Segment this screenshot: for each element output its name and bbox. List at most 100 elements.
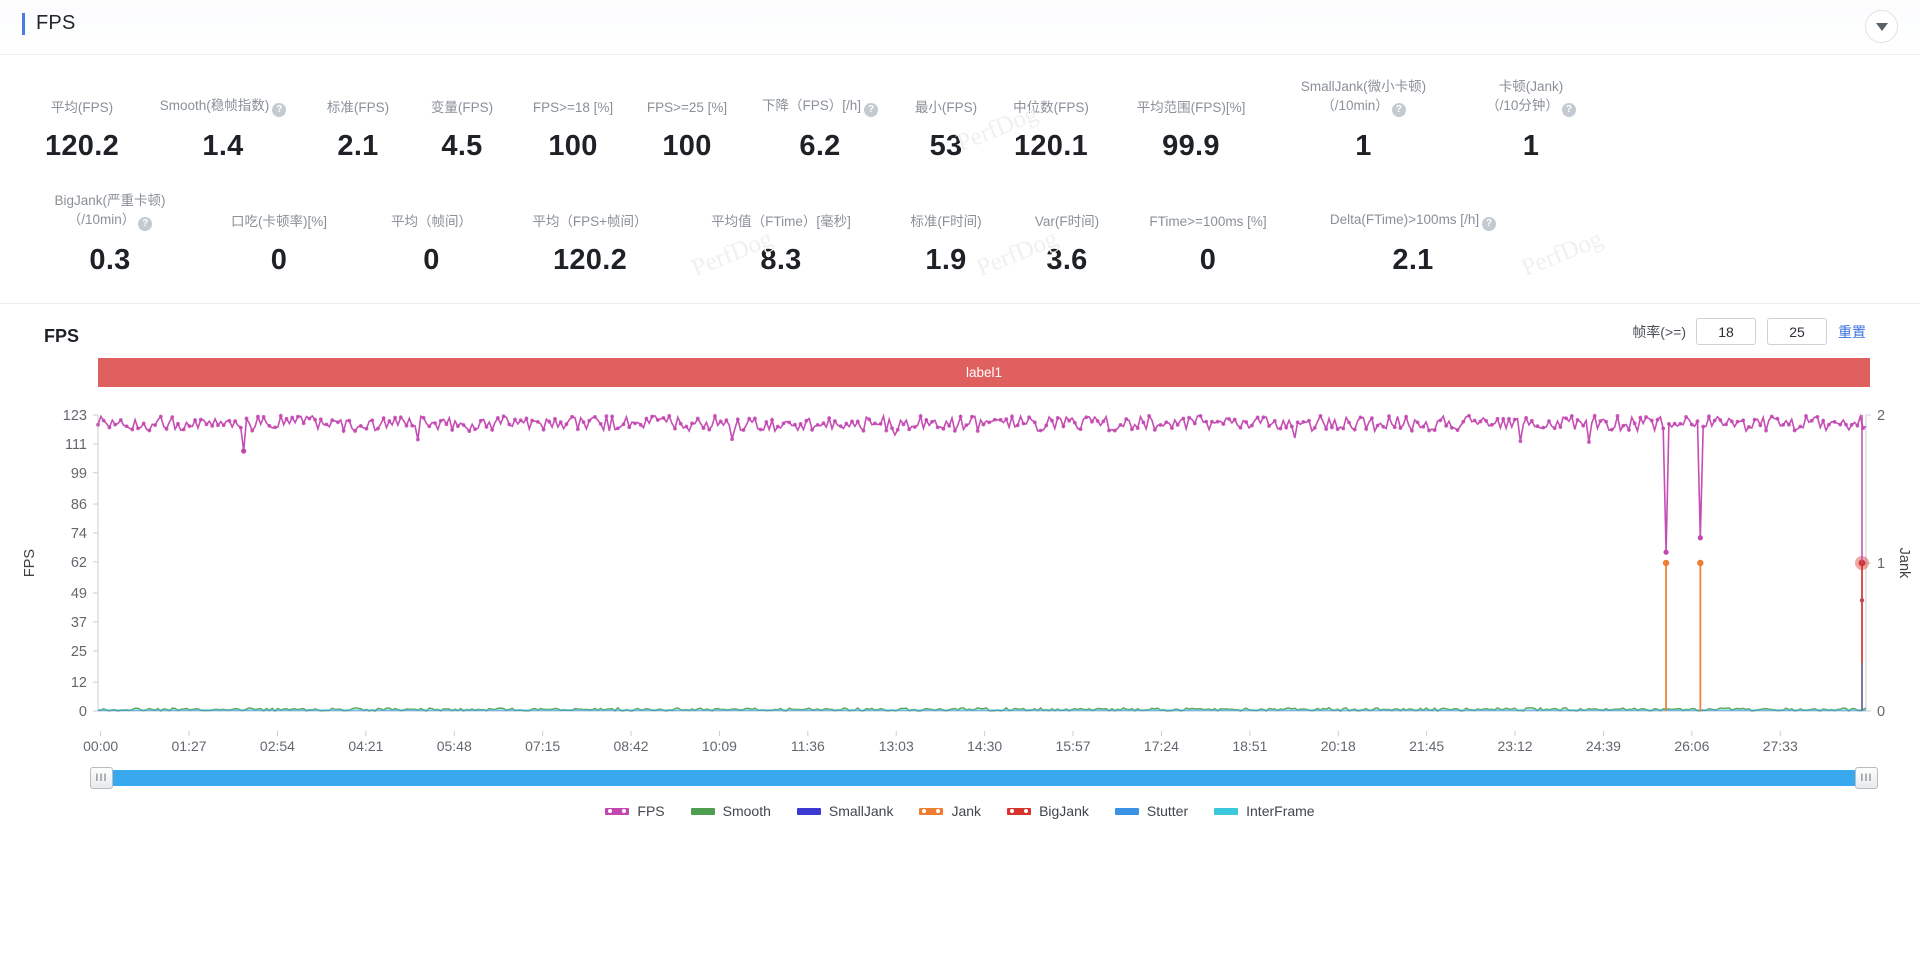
- svg-text:25: 25: [71, 644, 87, 660]
- chevron-down-icon: [1875, 22, 1888, 31]
- stat-label: 平均(FPS): [50, 100, 114, 115]
- svg-text:74: 74: [71, 526, 87, 542]
- legend-swatch: [1007, 807, 1032, 815]
- stats-row-secondary: BigJank(严重卡顿) （/10min）? 0.3 口吃(卡顿率)[%] 0 平均（帧…: [0, 191, 1920, 277]
- stat-value: 120.1: [1013, 130, 1089, 162]
- svg-text:27:33: 27:33: [1763, 738, 1798, 754]
- stat-cell: SmallJank(微小卡顿) （/10min）? 1: [1276, 77, 1451, 163]
- stat-cell: Smooth(稳帧指数)? 1.4: [138, 96, 308, 163]
- svg-text:04:21: 04:21: [348, 738, 383, 754]
- stat-cell: Delta(FTime)>100ms [/h]? 2.1: [1293, 210, 1533, 277]
- stat-label: 平均（FPS+帧间）: [532, 214, 648, 229]
- scrollbar-track[interactable]: [98, 770, 1870, 786]
- stat-value: 100: [548, 130, 598, 162]
- stat-cell: 最小(FPS) 53: [896, 98, 996, 163]
- svg-text:17:24: 17:24: [1144, 738, 1179, 754]
- svg-text:99: 99: [71, 466, 87, 482]
- help-icon[interactable]: ?: [272, 103, 287, 117]
- fps-line-chart[interactable]: 01225374962748699111123012FPS Jank: [0, 401, 1920, 731]
- label-bar-container: label1: [0, 358, 1920, 387]
- stat-value: 1.9: [925, 244, 967, 276]
- chart-scrollbar[interactable]: III III: [90, 767, 1878, 789]
- legend-swatch: [1214, 807, 1239, 815]
- stat-value: 0.3: [89, 244, 131, 276]
- stat-label: 标准(F时间): [910, 214, 982, 229]
- stat-value: 120.2: [44, 130, 120, 162]
- legend-swatch: [690, 807, 715, 815]
- statistics-area: PerfDog PerfDog PerfDog PerfDog 平均(FPS) 1…: [0, 55, 1920, 287]
- svg-text:0: 0: [1877, 704, 1885, 720]
- help-icon[interactable]: ?: [1391, 103, 1406, 117]
- svg-text:12: 12: [71, 675, 87, 691]
- stat-value: 2.1: [337, 130, 379, 162]
- stat-value: 0: [270, 244, 288, 276]
- svg-text:111: 111: [65, 437, 87, 453]
- legend-swatch: [796, 807, 821, 815]
- legend-label: InterFrame: [1246, 803, 1315, 819]
- svg-text:86: 86: [71, 497, 87, 513]
- stat-cell: 平均(FPS) 120.2: [26, 98, 138, 163]
- stat-cell: FPS>=18 [%] 100: [516, 98, 630, 163]
- help-icon[interactable]: ?: [864, 103, 878, 117]
- stat-value: 2.1: [1392, 244, 1434, 276]
- legend-swatch: [1114, 807, 1139, 815]
- svg-text:Jank: Jank: [1896, 548, 1912, 579]
- stat-label: 平均值（FTime）[毫秒]: [711, 214, 851, 229]
- stat-cell: 卡顿(Jank) （/10分钟）? 1: [1451, 77, 1611, 163]
- svg-text:2: 2: [1877, 408, 1885, 424]
- stat-cell: 中位数(FPS) 120.1: [996, 98, 1106, 163]
- threshold-low-input[interactable]: [1696, 318, 1756, 345]
- legend-item-bigjank[interactable]: BigJank: [1007, 803, 1089, 819]
- help-icon[interactable]: ?: [138, 217, 153, 231]
- svg-text:10:09: 10:09: [702, 738, 737, 754]
- legend-label: SmallJank: [828, 803, 894, 819]
- legend-item-smooth[interactable]: Smooth: [690, 803, 771, 819]
- svg-text:15:57: 15:57: [1056, 738, 1091, 754]
- svg-text:01:27: 01:27: [172, 738, 207, 754]
- legend-item-stutter[interactable]: Stutter: [1114, 803, 1188, 819]
- chart-plot-area[interactable]: 0 12 25 37 49 62 74 86 99 111 123 0 1 2 FPS Jank 00:00 0…: [0, 401, 1920, 821]
- legend-label: BigJank: [1039, 803, 1089, 819]
- reset-button[interactable]: 重置: [1838, 322, 1866, 342]
- legend-item-interframe[interactable]: InterFrame: [1214, 803, 1315, 819]
- svg-text:123: 123: [63, 408, 87, 424]
- legend-swatch: [919, 807, 944, 815]
- svg-text:13:03: 13:03: [879, 738, 914, 754]
- chart-section: FPS 帧率(>=) 重置 label1 0122537496274869911…: [0, 303, 1920, 821]
- svg-text:18:51: 18:51: [1232, 738, 1267, 754]
- svg-text:23:12: 23:12: [1498, 738, 1533, 754]
- stat-label: 口吃(卡顿率)[%]: [231, 214, 327, 229]
- help-icon[interactable]: ?: [1561, 103, 1576, 117]
- svg-text:21:45: 21:45: [1409, 738, 1444, 754]
- svg-text:49: 49: [71, 586, 87, 602]
- scrollbar-left-handle[interactable]: III: [90, 767, 113, 789]
- stat-cell: 平均值（FTime）[毫秒] 8.3: [681, 212, 881, 277]
- stat-label: FPS>=18 [%]: [532, 100, 614, 115]
- stat-value: 100: [662, 130, 712, 162]
- svg-text:62: 62: [71, 555, 87, 571]
- threshold-high-input[interactable]: [1767, 318, 1827, 345]
- chart-controls: 帧率(>=) 重置: [1632, 318, 1866, 345]
- stat-cell: 标准(F时间) 1.9: [881, 212, 1011, 277]
- svg-text:07:15: 07:15: [525, 738, 560, 754]
- legend-label: Smooth: [722, 803, 771, 819]
- legend-item-fps[interactable]: FPS: [605, 803, 665, 819]
- stat-value: 99.9: [1162, 130, 1220, 162]
- svg-text:26:06: 26:06: [1674, 738, 1709, 754]
- chart-title: FPS: [44, 325, 80, 346]
- help-icon[interactable]: ?: [1482, 217, 1497, 231]
- collapse-panel-button[interactable]: [1865, 10, 1898, 43]
- stat-value: 0: [1199, 244, 1217, 276]
- stat-label: FPS>=25 [%]: [646, 100, 728, 115]
- chart-legend: FPS Smooth SmallJank Jank BigJank Stutter Inte…: [0, 803, 1920, 819]
- panel-header: FPS: [0, 0, 1920, 55]
- stat-label: Var(F时间): [1034, 214, 1100, 229]
- legend-item-smalljank[interactable]: SmallJank: [796, 803, 894, 819]
- stat-value: 6.2: [799, 130, 841, 162]
- frame-rate-label: 帧率(>=): [1632, 323, 1686, 340]
- legend-item-jank[interactable]: Jank: [919, 803, 981, 819]
- svg-text:05:48: 05:48: [437, 738, 472, 754]
- stat-cell: 标准(FPS) 2.1: [308, 98, 408, 163]
- scrollbar-right-handle[interactable]: III: [1855, 767, 1878, 789]
- label-bar[interactable]: label1: [98, 358, 1870, 387]
